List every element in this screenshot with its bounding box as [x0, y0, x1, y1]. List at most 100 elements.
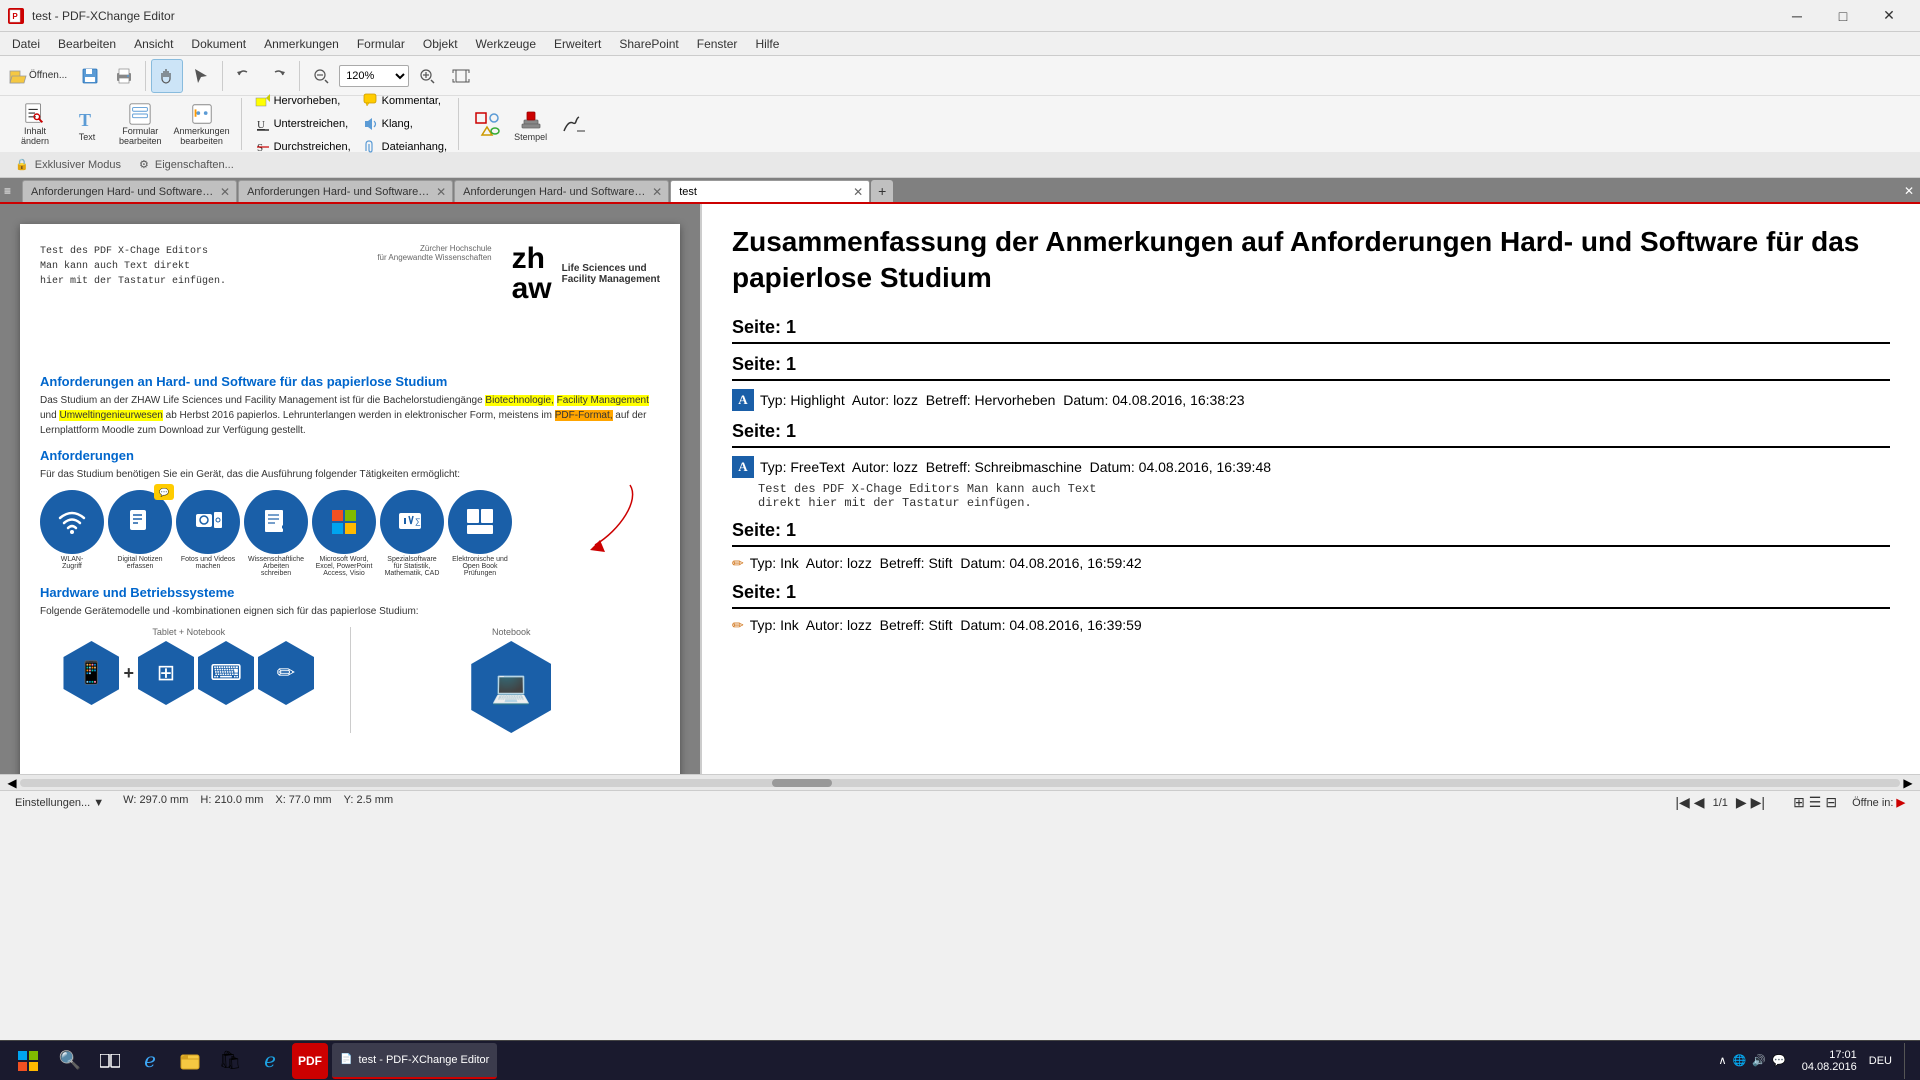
hw-divider [350, 627, 351, 733]
show-desktop-button[interactable] [1904, 1043, 1912, 1079]
zoom-select[interactable]: 50%75%100% 120%150%200% [339, 65, 409, 87]
volume-icon[interactable]: 🔊 [1752, 1054, 1766, 1067]
redo-button[interactable] [262, 59, 294, 93]
menu-anmerkungen[interactable]: Anmerkungen [256, 35, 347, 53]
hand-tool-button[interactable] [151, 59, 183, 93]
anmerkungen-bearbeiten-button[interactable]: Anmerkungenbearbeiten [169, 99, 235, 149]
text-tool-button[interactable]: T Text [62, 99, 112, 149]
section-title-0: Seite: 1 [732, 317, 1890, 344]
exclusive-mode-button[interactable]: 🔒 Exklusiver Modus [8, 155, 128, 174]
view-continuous-button[interactable]: ☰ [1809, 794, 1822, 811]
menu-formular[interactable]: Formular [349, 35, 413, 53]
annotations-panel: Zusammenfassung der Anmerkungen auf Anfo… [700, 204, 1920, 774]
tab-4-close[interactable]: ✕ [853, 185, 863, 199]
tab-close-all[interactable]: ✕ [1898, 180, 1920, 202]
minimize-button[interactable]: ─ [1774, 0, 1820, 32]
arrow-annotation [570, 480, 650, 560]
scroll-left-button[interactable]: ◀ [4, 776, 20, 790]
menu-sharepoint[interactable]: SharePoint [611, 35, 686, 53]
clock[interactable]: 17:01 04.08.2016 [1802, 1049, 1857, 1073]
prev-page-button[interactable]: ◀ [1694, 794, 1705, 811]
section-title-1: Seite: 1 [732, 354, 1890, 381]
network-icon[interactable]: 🌐 [1733, 1054, 1747, 1067]
select-tool-button[interactable] [185, 59, 217, 93]
menu-erweitert[interactable]: Erweitert [546, 35, 609, 53]
eigenschaften-button[interactable]: ⚙ Eigenschaften... [132, 155, 241, 174]
chevron-icon[interactable]: ∧ [1719, 1054, 1727, 1067]
explorer-icon[interactable] [172, 1043, 208, 1079]
save-button[interactable] [74, 59, 106, 93]
new-tab-button[interactable]: + [871, 180, 893, 202]
maximize-button[interactable]: □ [1820, 0, 1866, 32]
tab-3-close[interactable]: ✕ [652, 185, 662, 199]
first-page-button[interactable]: |◀ [1675, 794, 1689, 811]
durchstreichen-button[interactable]: S Durchstreichen, [250, 136, 356, 158]
menu-fenster[interactable]: Fenster [689, 35, 746, 53]
klang-button[interactable]: Klang, [358, 113, 452, 135]
formular-bearbeiten-button[interactable]: Formularbearbeiten [114, 99, 167, 149]
annotation-highlight: A Typ: Highlight Autor: lozz Betreff: He… [732, 389, 1890, 411]
view-facing-button[interactable]: ⊟ [1825, 794, 1837, 811]
view-single-button[interactable]: ⊞ [1793, 794, 1805, 811]
pdf-viewer[interactable]: Test des PDF X-Chage Editors Man kann au… [0, 204, 700, 774]
task-view-icon[interactable] [92, 1043, 128, 1079]
stempel-button[interactable]: Stempel [509, 99, 552, 149]
menu-bearbeiten[interactable]: Bearbeiten [50, 35, 124, 53]
start-button[interactable] [8, 1043, 48, 1079]
tab-1[interactable]: Anforderungen Hard- und Software für das… [22, 180, 237, 202]
menu-ansicht[interactable]: Ansicht [126, 35, 181, 53]
zoom-out-button[interactable] [305, 59, 337, 93]
ms-icon-group: Microsoft Word,Excel, PowerPointAccess, … [312, 490, 376, 577]
sign-button[interactable] [554, 99, 594, 149]
search-taskbar-icon[interactable]: 🔍 [52, 1043, 88, 1079]
last-page-button[interactable]: ▶| [1751, 794, 1765, 811]
scientific-icon-group: WissenschaftlicheArbeitenschreiben [244, 490, 308, 577]
tab-1-close[interactable]: ✕ [220, 185, 230, 199]
hervorheben-group: Hervorheben, U Unterstreichen, S Durchst… [250, 90, 356, 158]
inhalt-aendern-button[interactable]: Inhaltändern [10, 99, 60, 149]
settings-button[interactable]: Einstellungen... ▼ [8, 794, 111, 812]
tab-2-close[interactable]: ✕ [436, 185, 446, 199]
menu-objekt[interactable]: Objekt [415, 35, 466, 53]
tab-3[interactable]: Anforderungen Hard- und Software für das… [454, 180, 669, 202]
zoom-in-button[interactable] [411, 59, 443, 93]
hervorheben-button[interactable]: Hervorheben, [250, 90, 356, 112]
menu-werkzeuge[interactable]: Werkzeuge [468, 35, 544, 53]
store-icon[interactable]: 🛍 [212, 1043, 248, 1079]
ie-icon[interactable]: ℯ [252, 1043, 288, 1079]
edge-icon[interactable]: ℯ [132, 1043, 168, 1079]
scroll-track-h[interactable] [20, 779, 1900, 787]
scroll-right-button[interactable]: ▶ [1900, 776, 1916, 790]
print-button[interactable] [108, 59, 140, 93]
dateianhang-button[interactable]: Dateianhang, [358, 136, 452, 158]
active-app[interactable]: 📄 test - PDF-XChange Editor [332, 1043, 497, 1079]
section-title-4: Seite: 1 [732, 582, 1890, 609]
horizontal-scrollbar[interactable]: ◀ ▶ [0, 774, 1920, 790]
open-in-button[interactable]: Öffne in: ▶ [1845, 793, 1912, 812]
open-in-label: Öffne in: [1852, 797, 1896, 809]
scroll-thumb-h[interactable] [772, 779, 832, 787]
close-button[interactable]: ✕ [1866, 0, 1912, 32]
klang-label: Klang, [382, 118, 413, 130]
undo-button[interactable] [228, 59, 260, 93]
menu-hilfe[interactable]: Hilfe [747, 35, 787, 53]
speech-icon[interactable]: 💬 [1772, 1054, 1786, 1067]
open-button[interactable]: Öffnen... [4, 59, 72, 93]
eigenschaften-icon: ⚙ [139, 159, 149, 171]
scientific-circle [244, 490, 308, 554]
pdf-editor-icon[interactable]: PDF [292, 1043, 328, 1079]
menu-dokument[interactable]: Dokument [183, 35, 254, 53]
fit-page-button[interactable] [445, 59, 477, 93]
tab-4[interactable]: test ✕ [670, 180, 870, 202]
pdf-body-text-2: Für das Studium benötigen Sie ein Gerät,… [40, 467, 660, 482]
view-controls: ⊞ ☰ ⊟ [1793, 794, 1837, 811]
next-page-button[interactable]: ▶ [1736, 794, 1747, 811]
shapes-button[interactable] [467, 99, 507, 149]
annotation-ink1-meta: Typ: Ink Autor: lozz Betreff: Stift Datu… [750, 555, 1142, 571]
tab-2[interactable]: Anforderungen Hard- und Software für das… [238, 180, 453, 202]
kommentar-button[interactable]: Kommentar, [358, 90, 452, 112]
tab-list-button[interactable]: ≡ [4, 180, 22, 202]
menu-datei[interactable]: Datei [4, 35, 48, 53]
unterstreichen-button[interactable]: U Unterstreichen, [250, 113, 356, 135]
wifi-circle [40, 490, 104, 554]
